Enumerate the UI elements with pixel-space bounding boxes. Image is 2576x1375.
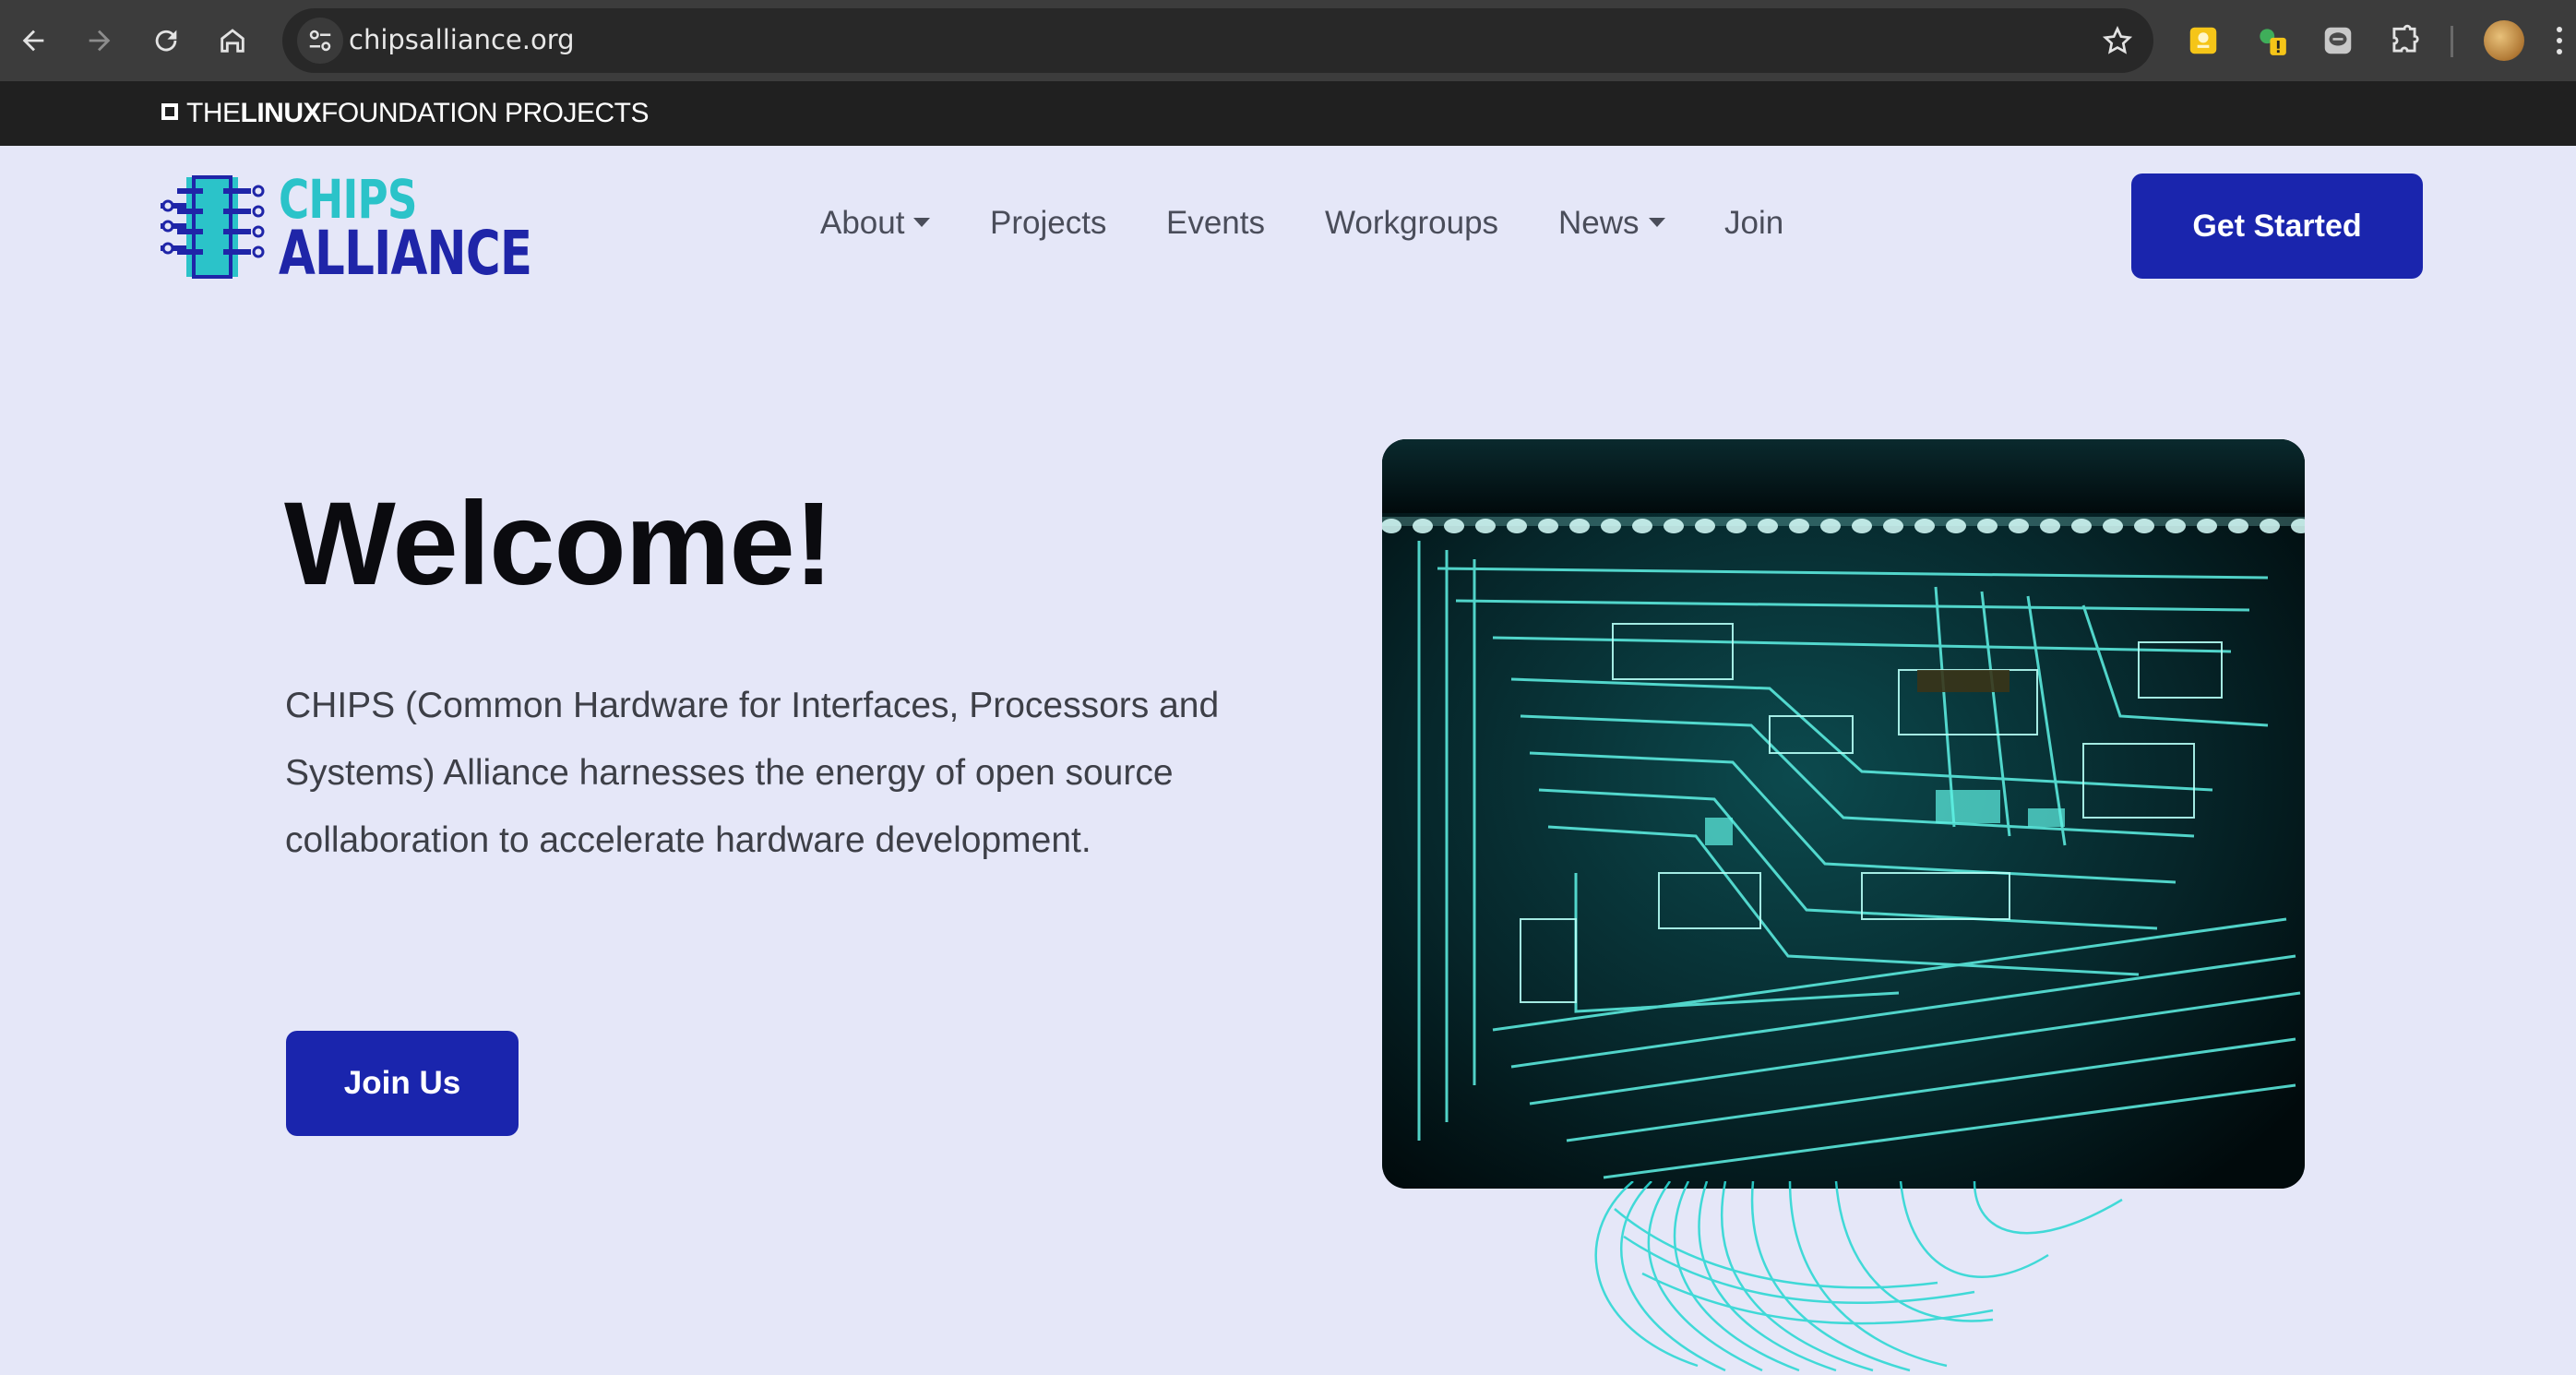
chat-extension-button[interactable] xyxy=(2318,20,2358,61)
nav-projects-label: Projects xyxy=(990,205,1107,241)
lf-projects-link[interactable]: THELINUXFOUNDATION PROJECTS xyxy=(186,98,649,129)
avatar-icon[interactable] xyxy=(2484,20,2524,61)
warning-extension-button[interactable] xyxy=(2251,20,2292,61)
chat-extension-icon xyxy=(2324,27,2352,54)
toolbar-divider xyxy=(2451,26,2453,57)
url-text[interactable]: chipsalliance.org xyxy=(349,24,575,55)
nav-workgroups[interactable]: Workgroups xyxy=(1325,205,1498,242)
address-bar[interactable]: chipsalliance.org xyxy=(282,8,2153,73)
hero-title: Welcome! xyxy=(284,478,833,610)
home-button[interactable] xyxy=(209,17,256,65)
tune-icon xyxy=(309,30,331,52)
circuit-board-image xyxy=(1382,439,2305,1189)
nav-about-label: About xyxy=(820,205,905,241)
hero-description: CHIPS (Common Hardware for Interfaces, P… xyxy=(285,686,1220,860)
warning-extension-icon xyxy=(2260,29,2286,55)
nav-about[interactable]: About xyxy=(820,205,931,242)
puzzle-icon xyxy=(2392,24,2419,53)
nav-join-label: Join xyxy=(1724,205,1784,241)
arrow-left-icon xyxy=(22,30,44,52)
browser-toolbar: chipsalliance.org xyxy=(0,0,2576,81)
nav-join[interactable]: Join xyxy=(1724,205,1783,242)
yellow-extension-button[interactable] xyxy=(2183,20,2224,61)
bookmark-button[interactable] xyxy=(2100,23,2135,58)
site-info-button[interactable] xyxy=(297,18,343,64)
nav-projects[interactable]: Projects xyxy=(990,205,1106,242)
kebab-icon[interactable] xyxy=(2556,22,2576,59)
lf-bold: LINUX xyxy=(240,98,322,128)
reload-button[interactable] xyxy=(142,17,190,65)
nav-news-label: News xyxy=(1558,205,1640,241)
chips-alliance-logo[interactable]: CHIPS ALLIANCE xyxy=(159,168,532,289)
home-icon xyxy=(221,29,244,53)
get-started-button[interactable]: Get Started xyxy=(2131,173,2423,279)
yellow-extension-icon xyxy=(2189,27,2217,54)
lf-suffix: FOUNDATION PROJECTS xyxy=(321,98,649,128)
chip-logo-icon xyxy=(161,175,265,279)
nav-events-label: Events xyxy=(1166,205,1265,241)
nav-news[interactable]: News xyxy=(1558,205,1665,242)
caret-down-icon xyxy=(913,217,931,227)
nav-events[interactable]: Events xyxy=(1166,205,1265,242)
logo-line2: ALLIANCE xyxy=(279,218,532,289)
lf-prefix: THE xyxy=(186,98,241,128)
join-us-button[interactable]: Join Us xyxy=(286,1031,519,1136)
extensions-button[interactable] xyxy=(2384,20,2425,61)
decorative-swirl xyxy=(1594,1181,2123,1372)
forward-button[interactable] xyxy=(76,17,124,65)
caret-down-icon xyxy=(1648,217,1665,227)
lf-logo-icon xyxy=(161,103,178,120)
nav-workgroups-label: Workgroups xyxy=(1325,205,1499,241)
reload-icon xyxy=(155,30,177,52)
back-button[interactable] xyxy=(9,17,57,65)
arrow-right-icon xyxy=(89,30,111,52)
star-icon xyxy=(2102,26,2133,54)
